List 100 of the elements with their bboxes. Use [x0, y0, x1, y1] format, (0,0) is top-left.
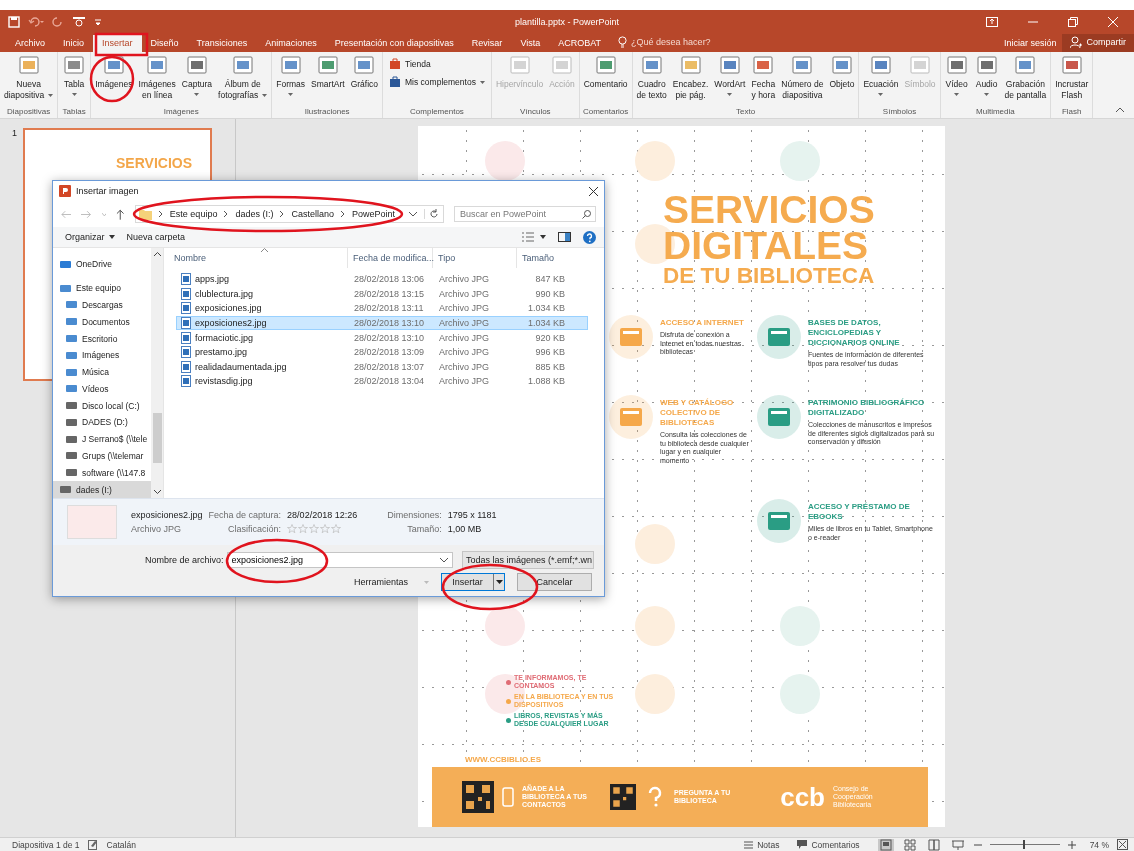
ribbon-tab[interactable]: Diseño — [141, 35, 188, 52]
ribbon-button[interactable]: WordArt — [712, 52, 748, 96]
nav-item[interactable]: Imágenes — [53, 346, 151, 364]
breadcrumb-item[interactable]: Castellano — [291, 209, 334, 219]
file-row[interactable]: exposiciones.jpg 28/02/2018 13:11 Archivo JPG 1.034 KB — [176, 301, 588, 316]
close-icon[interactable] — [589, 186, 598, 196]
ribbon-display-icon[interactable] — [986, 17, 998, 27]
nav-item[interactable]: Vídeos — [53, 380, 151, 398]
undo-icon[interactable] — [28, 16, 44, 28]
zoom-in-icon[interactable] — [1067, 840, 1076, 849]
tell-me-field[interactable]: ¿Qué desea hacer? — [631, 37, 722, 47]
tools-menu[interactable]: Herramientas — [353, 577, 429, 587]
normal-view-icon[interactable] — [877, 838, 894, 851]
nav-item[interactable]: dades (I:) — [53, 481, 151, 498]
column-header[interactable]: Tipo — [433, 248, 517, 268]
presentation-view-icon[interactable] — [949, 838, 966, 851]
column-header[interactable]: Nombre — [164, 248, 348, 268]
ribbon-button[interactable]: Captura — [179, 52, 215, 96]
ribbon-button[interactable]: Audio — [972, 52, 1001, 96]
breadcrumb-item[interactable]: dades (I:) — [235, 209, 274, 219]
ribbon-tab[interactable]: Archivo — [6, 35, 54, 52]
fit-slide-icon[interactable] — [1117, 839, 1128, 850]
help-icon[interactable] — [583, 230, 596, 244]
nav-item[interactable]: J Serrano$ (\\tele — [53, 430, 151, 448]
ribbon-button[interactable]: Formas — [274, 52, 308, 96]
ribbon-button[interactable]: Nueva diapositiva — [2, 52, 56, 101]
book-view-icon[interactable] — [925, 838, 942, 851]
ribbon-tab[interactable]: Transiciones — [187, 35, 257, 52]
redo-icon[interactable] — [52, 16, 64, 28]
notes-button[interactable]: Notas — [744, 839, 780, 850]
chevron-down-icon[interactable] — [409, 211, 417, 217]
ribbon-button[interactable]: Incrustar Flash — [1053, 52, 1091, 101]
ribbon-tab[interactable]: Inicio — [54, 35, 94, 52]
file-type-dropdown[interactable]: Todas las imágenes (*.emf;*.wn — [462, 551, 594, 569]
customize-icon[interactable] — [94, 18, 102, 26]
nav-item[interactable]: Descargas — [53, 296, 151, 314]
filename-field[interactable]: exposiciones2.jpg — [226, 552, 453, 568]
search-field[interactable]: Buscar en PowePoint — [454, 206, 596, 222]
nav-item[interactable]: Disco local (C:) — [53, 397, 151, 415]
up-arrow-icon[interactable] — [116, 208, 125, 220]
scroll-up-icon[interactable] — [153, 252, 161, 256]
ribbon-tab[interactable]: Insertar — [93, 35, 142, 52]
column-header[interactable]: Fecha de modifica... — [348, 248, 433, 268]
nav-item[interactable]: Documentos — [53, 313, 151, 331]
ribbon-button[interactable]: Comentario — [581, 52, 630, 90]
ribbon-button[interactable]: Vídeo — [942, 52, 971, 96]
collapse-ribbon-icon[interactable] — [1116, 107, 1124, 112]
preview-pane-icon[interactable] — [558, 232, 571, 242]
ribbon-button[interactable]: Objeto — [827, 52, 857, 90]
ribbon-tab[interactable]: Vista — [511, 35, 550, 52]
toolbar-button[interactable]: Nueva carpeta — [126, 232, 186, 242]
cancel-button[interactable]: Cancelar — [517, 573, 592, 591]
ribbon-button[interactable]: Fecha y hora — [749, 52, 778, 101]
file-row[interactable]: formaciotic.jpg 28/02/2018 13:10 Archivo JPG 920 KB — [176, 330, 588, 345]
ribbon-button[interactable]: Grabación de pantalla — [1002, 52, 1049, 101]
zoom-slider-thumb[interactable] — [1022, 840, 1025, 849]
nav-item[interactable]: software (\\147.8 — [53, 464, 151, 482]
ribbon-button[interactable]: SmartArt — [309, 52, 347, 90]
restore-icon[interactable] — [1068, 17, 1078, 27]
nav-item[interactable]: Escritorio — [53, 330, 151, 347]
file-row[interactable]: apps.jpg 28/02/2018 13:06 Archivo JPG 847 KB — [176, 272, 588, 287]
ribbon-button[interactable]: Imágenes en línea — [136, 52, 178, 101]
ribbon-tab[interactable]: Animaciones — [256, 35, 326, 52]
nav-item[interactable]: DADES (D:) — [53, 414, 151, 431]
breadcrumb-item[interactable]: PowePoint — [351, 209, 395, 219]
comments-button[interactable]: Comentarios — [797, 839, 860, 850]
grid-view-icon[interactable] — [901, 838, 918, 851]
ribbon-button[interactable]: Ecuación — [861, 52, 901, 96]
ribbon-button[interactable]: Cuadro de texto — [634, 52, 669, 101]
file-row[interactable]: clublectura.jpg 28/02/2018 13:15 Archivo JPG 990 KB — [176, 286, 588, 302]
scroll-down-icon[interactable] — [153, 490, 161, 494]
ribbon-tab[interactable]: Presentación con diapositivas — [325, 35, 463, 52]
breadcrumb-item[interactable]: Este equipo — [169, 209, 218, 219]
ribbon-button[interactable]: Tabla — [60, 52, 89, 96]
toolbar-button[interactable]: Organizar — [65, 232, 115, 242]
nav-item[interactable]: Música — [53, 363, 151, 381]
column-header[interactable]: Tamaño — [517, 248, 572, 268]
zoom-level[interactable]: 74 % — [1089, 839, 1109, 850]
file-row[interactable]: revistasdig.jpg 28/02/2018 13:04 Archivo JPG 1.088 KB — [176, 374, 588, 389]
ribbon-tab[interactable]: Revisar — [462, 35, 512, 52]
scrollbar[interactable] — [151, 248, 163, 498]
view-options-icon[interactable] — [522, 232, 546, 242]
nav-item[interactable]: Grups (\\telemar — [53, 447, 151, 465]
ribbon-tab[interactable]: ACROBAT — [549, 35, 611, 52]
ribbon-button[interactable]: Encabez. pie pág. — [670, 52, 711, 101]
ribbon-button[interactable]: Número de diapositiva — [779, 52, 826, 101]
file-row[interactable]: exposiciones2.jpg 28/02/2018 13:10 Archivo JPG 1.034 KB — [176, 315, 588, 331]
scroll-thumb[interactable] — [152, 413, 162, 463]
file-row[interactable]: prestamo.jpg 28/02/2018 13:09 Archivo JPG 996 KB — [176, 344, 588, 360]
spelling-icon[interactable] — [87, 839, 99, 850]
slideshow-icon[interactable] — [72, 16, 86, 28]
ribbon-button[interactable]: Álbum de fotografías — [216, 52, 270, 101]
save-icon[interactable] — [8, 16, 20, 28]
ribbon-button[interactable]: Gráfico — [348, 52, 381, 90]
nav-item[interactable]: OneDrive — [53, 256, 151, 273]
language-label[interactable]: Catalán — [106, 839, 136, 850]
address-bar[interactable]: Este equipo dades (I:) Castellano PowePoint — [134, 205, 444, 223]
ribbon-button[interactable]: Tienda — [389, 58, 431, 70]
nav-item[interactable]: Este equipo — [53, 279, 151, 297]
file-row[interactable]: realidadaumentada.jpg 28/02/2018 13:07 Archivo JPG 885 KB — [176, 359, 588, 375]
